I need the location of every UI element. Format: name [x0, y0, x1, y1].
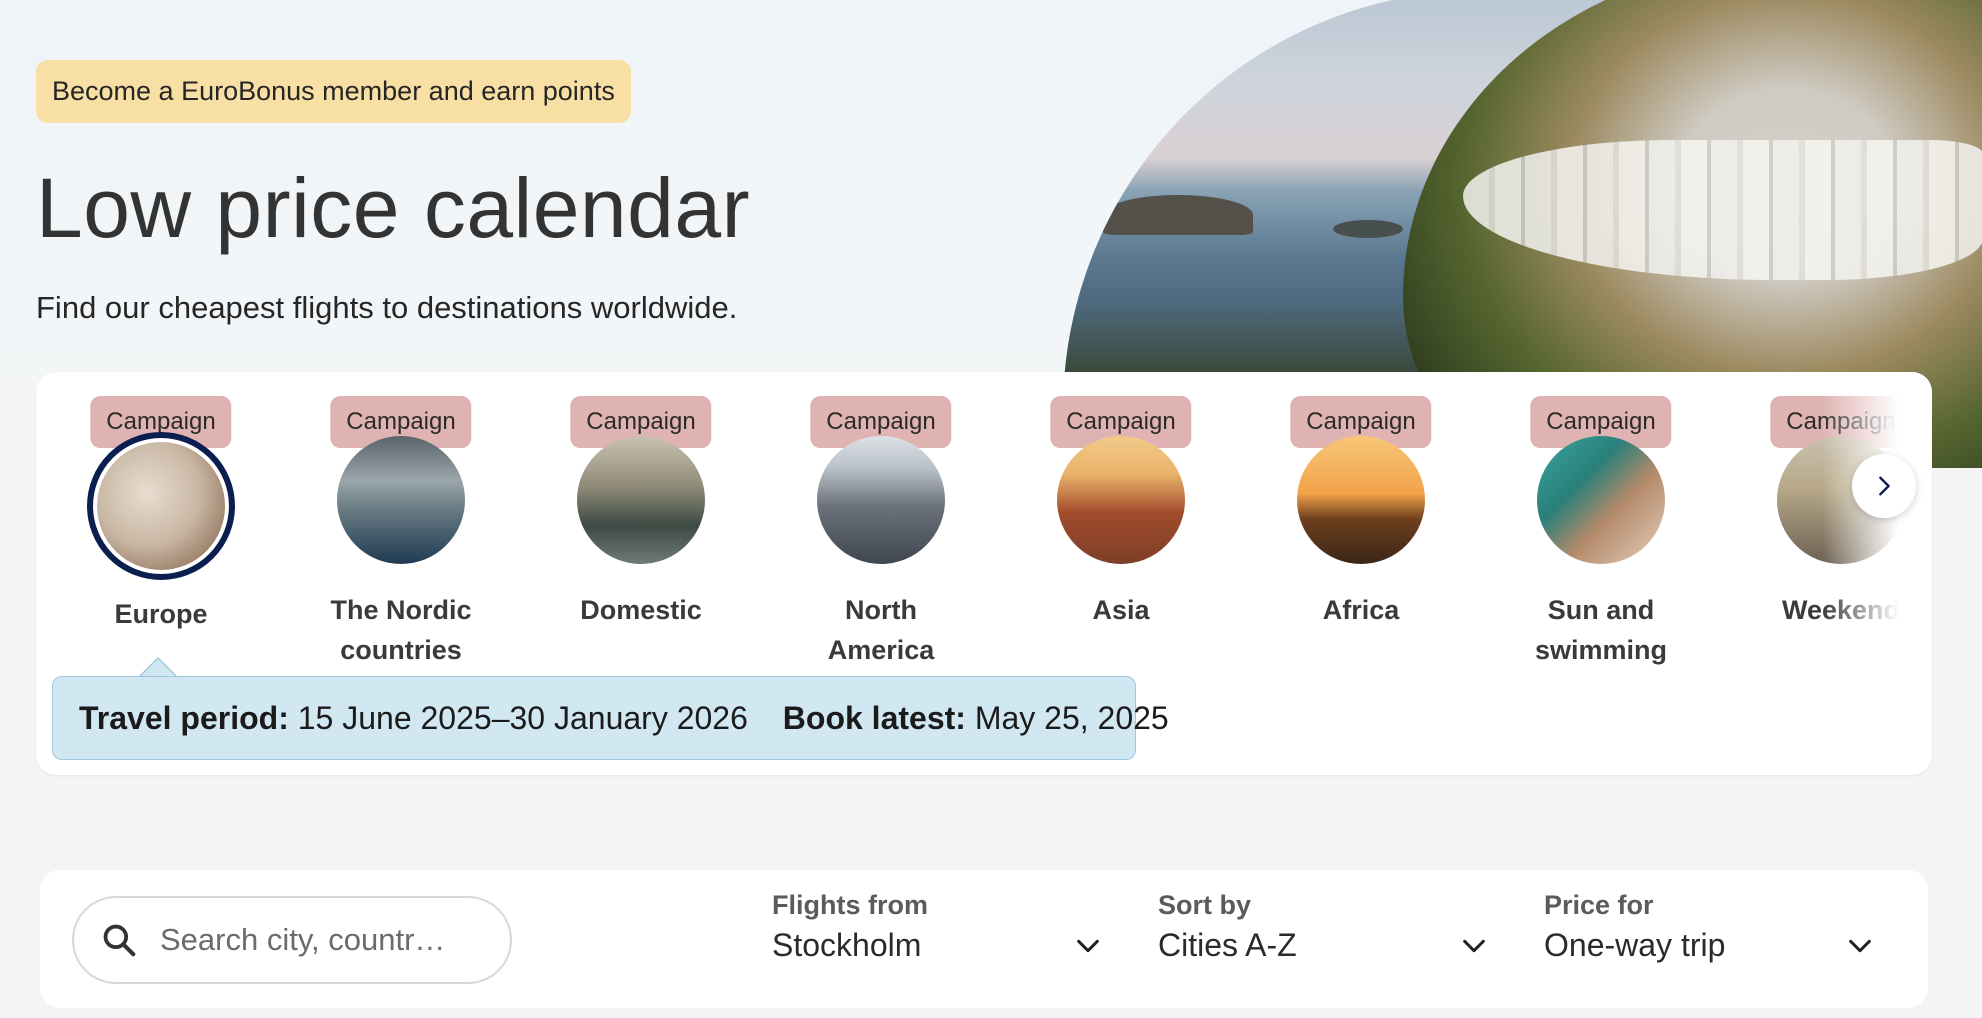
sort-by-label: Sort by [1158, 890, 1252, 920]
chevron-down-icon [1849, 939, 1871, 953]
price-for-dropdown[interactable]: Price for One-way trip [1544, 890, 1874, 990]
category-image [1057, 436, 1185, 564]
price-for-label: Price for [1544, 890, 1654, 920]
eurobonus-badge[interactable]: Become a EuroBonus member and earn point… [36, 60, 631, 123]
search-input[interactable]: Search city, countr… [72, 896, 512, 984]
category-africa[interactable]: Campaign Africa [1276, 396, 1446, 630]
flights-from-dropdown[interactable]: Flights from Stockholm [772, 890, 1102, 990]
category-asia[interactable]: Campaign Asia [1036, 396, 1206, 630]
category-image [87, 432, 235, 580]
search-icon [103, 924, 136, 957]
category-label: Domestic [580, 595, 702, 625]
book-latest-value: May 25, 2025 [974, 700, 1169, 736]
category-north-america[interactable]: Campaign North America [796, 396, 966, 670]
flights-from-value: Stockholm [772, 927, 922, 963]
sort-by-value: Cities A-Z [1158, 927, 1297, 963]
travel-period-value: 15 June 2025–30 January 2026 [297, 700, 748, 736]
category-sun-and-swimming[interactable]: Campaign Sun and swimming [1516, 396, 1686, 670]
book-latest-label: Book latest: [782, 700, 966, 736]
category-nordic[interactable]: Campaign The Nordic countries [316, 396, 486, 670]
category-europe[interactable]: Campaign Europe [76, 396, 246, 634]
chevron-down-icon [1463, 939, 1485, 953]
category-label: Africa [1322, 595, 1400, 625]
category-domestic[interactable]: Campaign Domestic [556, 396, 726, 630]
category-label: Europe [114, 599, 208, 629]
chevron-down-icon [1077, 939, 1099, 953]
page-subtitle: Find our cheapest flights to destination… [36, 290, 738, 325]
travel-period-label: Travel period: [79, 700, 289, 736]
category-image [817, 436, 945, 564]
filter-bar: Search city, countr… Flights from Stockh… [40, 870, 1928, 1008]
search-placeholder: Search city, countr… [160, 922, 446, 957]
flights-from-label: Flights from [772, 890, 928, 920]
campaign-info-box: Travel period: 15 June 2025–30 January 2… [52, 676, 1169, 760]
page-title: Low price calendar [36, 161, 751, 255]
category-label: Asia [1092, 595, 1150, 625]
category-carousel: Campaign Europe Campaign The Nordic coun… [36, 372, 1932, 775]
category-image [1297, 436, 1425, 564]
category-image [1537, 436, 1665, 564]
category-label: Sun and swimming [1534, 595, 1668, 665]
category-image [337, 436, 465, 564]
category-image [577, 436, 705, 564]
category-label: The Nordic countries [330, 595, 472, 665]
chevron-right-icon [1879, 476, 1890, 496]
price-for-value: One-way trip [1544, 927, 1726, 963]
sort-by-dropdown[interactable]: Sort by Cities A-Z [1158, 890, 1488, 990]
carousel-next-button[interactable] [1852, 454, 1916, 518]
category-label: North America [827, 595, 935, 665]
